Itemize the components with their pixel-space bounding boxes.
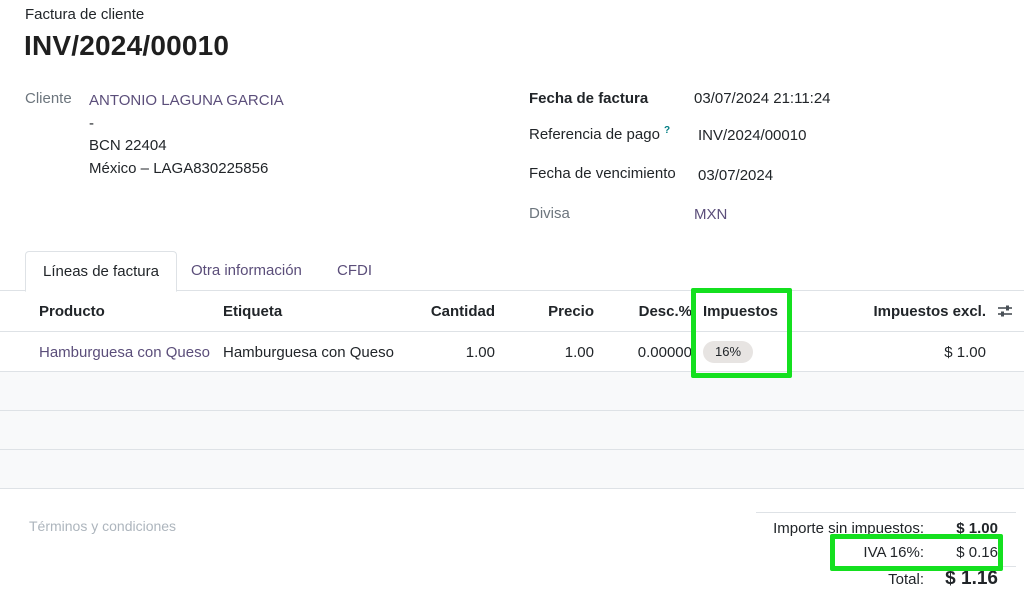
notebook-tabs: Líneas de factura Otra información CFDI (0, 251, 1024, 292)
column-header-discount[interactable]: Desc.% (639, 303, 692, 320)
due-date-value[interactable]: 03/07/2024 (698, 167, 773, 184)
column-header-taxes[interactable]: Impuestos (703, 303, 778, 320)
payment-ref-value[interactable]: INV/2024/00010 (698, 127, 806, 144)
untaxed-label: Importe sin impuestos: (773, 520, 924, 537)
column-header-price[interactable]: Precio (548, 303, 594, 320)
column-header-product[interactable]: Producto (39, 303, 105, 320)
table-header: Producto Etiqueta Cantidad Precio Desc.%… (0, 291, 1024, 332)
line-label[interactable]: Hamburguesa con Queso (223, 344, 394, 361)
tax-total-label: IVA 16%: (863, 544, 924, 561)
untaxed-amount: $ 1.00 (956, 520, 998, 537)
tab-cfdi[interactable]: CFDI (320, 251, 389, 291)
customer-name-link[interactable]: ANTONIO LAGUNA GARCIA (89, 90, 284, 113)
totals-separator (756, 512, 1016, 513)
line-product-link[interactable]: Hamburguesa con Queso (39, 344, 210, 361)
tax-badge[interactable]: 16% (703, 341, 754, 363)
totals-line (830, 566, 1016, 567)
terms-input[interactable]: Términos y condiciones (29, 518, 176, 534)
tab-invoice-lines[interactable]: Líneas de factura (25, 251, 177, 292)
empty-row[interactable] (0, 372, 1024, 411)
customer-address-line: - (89, 114, 94, 132)
customer-address: ANTONIO LAGUNA GARCIA - BCN 22404 México… (89, 90, 284, 180)
column-header-quantity[interactable]: Cantidad (431, 303, 495, 320)
table-row[interactable]: Hamburguesa con Queso Hamburguesa con Qu… (0, 332, 1024, 372)
currency-value[interactable]: MXN (694, 206, 727, 223)
currency-label: Divisa (529, 205, 570, 222)
due-date-label: Fecha de vencimiento (529, 165, 676, 182)
help-icon[interactable]: ? (664, 125, 670, 136)
column-header-label[interactable]: Etiqueta (223, 303, 282, 320)
tab-other-info[interactable]: Otra información (174, 251, 319, 291)
line-price[interactable]: 1.00 (565, 344, 594, 361)
empty-row[interactable] (0, 411, 1024, 450)
empty-row[interactable] (0, 450, 1024, 489)
invoice-date-label: Fecha de factura (529, 90, 649, 107)
payment-ref-label: Referencia de pago? (529, 125, 670, 143)
customer-address-line: BCN 22404 (89, 137, 167, 154)
customer-address-line: México – LAGA830225856 (89, 159, 269, 177)
total-label: Total: (888, 571, 924, 588)
payment-ref-label-text: Referencia de pago (529, 126, 660, 143)
line-discount[interactable]: 0.00000 (638, 344, 692, 361)
invoice-number: INV/2024/00010 (24, 30, 230, 61)
invoice-date-value[interactable]: 03/07/2024 21:11:24 (694, 90, 831, 107)
line-quantity[interactable]: 1.00 (466, 344, 495, 361)
tax-total-amount: $ 0.16 (956, 544, 998, 561)
sliders-icon[interactable] (996, 302, 1014, 320)
column-header-subtotal[interactable]: Impuestos excl. (873, 303, 986, 320)
total-amount: $ 1.16 (945, 568, 998, 589)
doc-type-label: Factura de cliente (25, 6, 145, 23)
line-subtotal: $ 1.00 (944, 344, 986, 361)
customer-label: Cliente (25, 90, 72, 107)
